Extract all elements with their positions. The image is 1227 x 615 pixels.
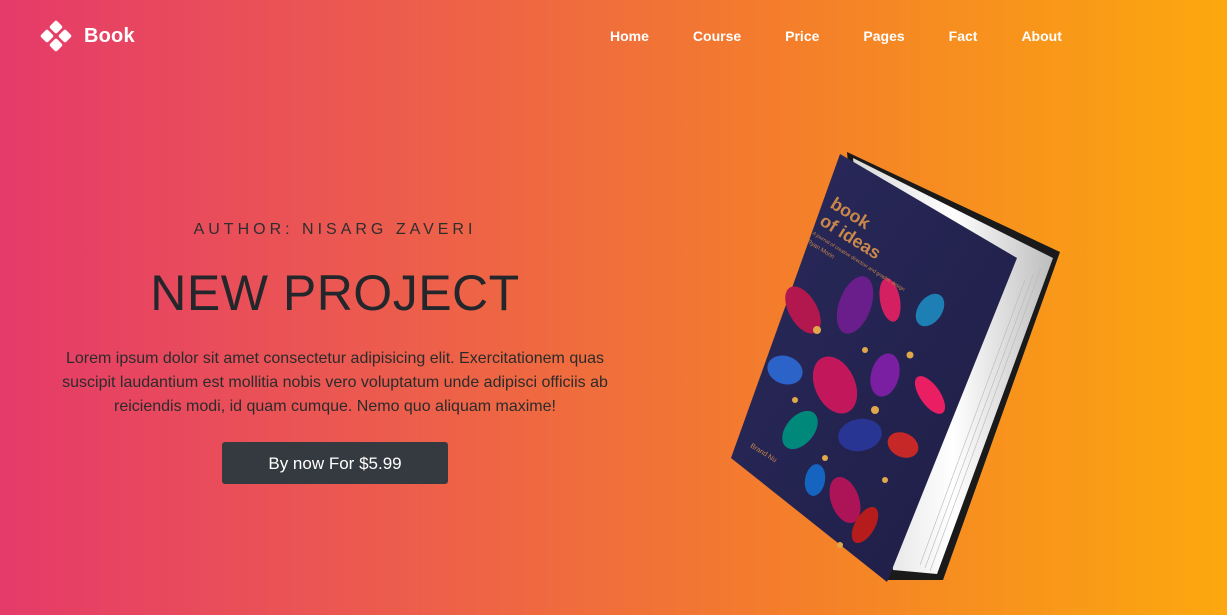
brand-link[interactable]: Book — [40, 20, 135, 52]
nav-link-about[interactable]: About — [1021, 24, 1061, 48]
nav-link-pages[interactable]: Pages — [863, 24, 904, 48]
hero-section: AUTHOR: NISARG ZAVERI NEW PROJECT Lorem … — [40, 215, 630, 484]
nav-link-price[interactable]: Price — [785, 24, 819, 48]
buy-now-button[interactable]: By now For $5.99 — [222, 442, 448, 484]
nav-menu: Home Course Price Pages Fact About — [610, 24, 1062, 48]
nav-link-fact[interactable]: Fact — [949, 24, 978, 48]
navbar: Book Home Course Price Pages Fact About — [0, 0, 1227, 72]
nav-link-course[interactable]: Course — [693, 24, 741, 48]
author-line: AUTHOR: NISARG ZAVERI — [193, 221, 477, 238]
page-title: NEW PROJECT — [150, 265, 520, 321]
hero-description: Lorem ipsum dolor sit amet consectetur a… — [62, 350, 608, 415]
brand-name: Book — [84, 24, 135, 47]
diamond-cluster-icon — [40, 20, 72, 52]
book-image: book of ideas A journal of creative dire… — [725, 140, 1065, 590]
nav-link-home[interactable]: Home — [610, 24, 649, 48]
